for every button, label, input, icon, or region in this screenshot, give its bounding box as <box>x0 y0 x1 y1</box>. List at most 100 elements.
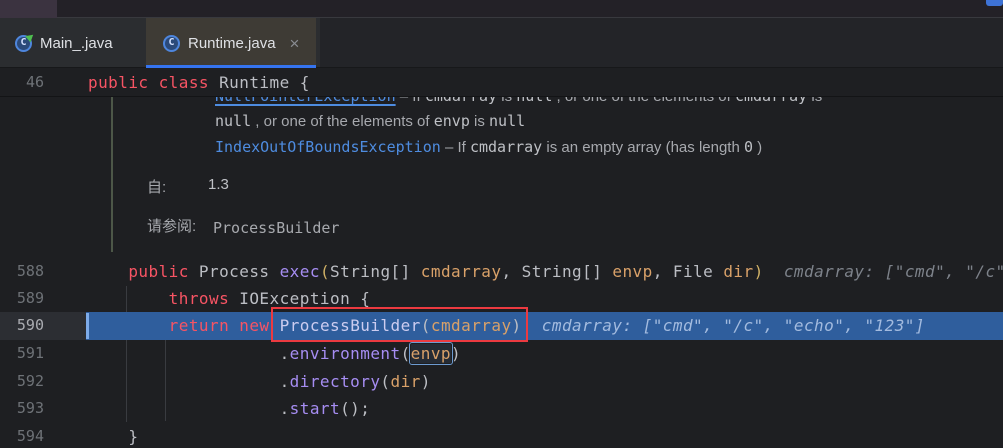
text-run <box>88 316 169 335</box>
run-overlay-icon <box>25 31 36 42</box>
code-line-588[interactable]: 588 public Process exec(String[] cmdarra… <box>0 258 1003 285</box>
text-run: dir <box>723 262 753 281</box>
text-run: 0 <box>744 138 753 156</box>
class-icon-letter: C <box>168 37 174 48</box>
text-run: is <box>497 97 516 105</box>
text-run: – If <box>441 139 470 156</box>
editor-tab-bar: C Main_.java C Runtime.java × <box>0 18 1003 68</box>
text-run: throws <box>169 289 230 308</box>
doc-link[interactable]: IndexOutOfBoundsException <box>215 138 441 156</box>
code-text: return new ProcessBuilder(cmdarray) cmda… <box>88 312 925 339</box>
text-run: is an empty array (has length <box>542 139 744 156</box>
line-number[interactable]: 594 <box>0 423 44 448</box>
text-run: ( <box>380 372 390 391</box>
text-run: cmdarray <box>421 262 502 281</box>
text-run: } <box>88 427 138 446</box>
text-run: ( <box>421 316 431 335</box>
text-run: public class <box>88 73 209 92</box>
text-run: envp <box>434 112 470 130</box>
titlebar-blue-fragment <box>986 0 1003 6</box>
code-line-594[interactable]: 594 } <box>0 423 1003 448</box>
text-run <box>270 316 280 335</box>
text-run: (); <box>340 399 370 418</box>
text-run: , File <box>653 262 724 281</box>
text-run: ( <box>401 344 411 363</box>
text-run: Runtime { <box>209 73 310 92</box>
titlebar <box>0 0 1003 18</box>
text-run <box>229 316 239 335</box>
text-run: public <box>128 262 189 281</box>
text-run: null <box>215 112 251 130</box>
text-run: dir <box>391 372 421 391</box>
text-run: null <box>516 97 552 105</box>
line-number[interactable]: 593 <box>0 395 44 422</box>
tab-main-java[interactable]: C Main_.java <box>0 18 140 68</box>
text-run: cmdarray <box>425 97 497 105</box>
doc-since-label: 自: <box>147 176 166 197</box>
code-text: .directory(dir) <box>88 368 431 395</box>
text-run: envp <box>612 262 652 281</box>
text-run: cmdarray <box>431 316 512 335</box>
code-text: public Process exec(String[] cmdarray, S… <box>88 258 1003 285</box>
text-run: is <box>470 113 489 130</box>
close-icon[interactable]: × <box>290 35 300 52</box>
text-run: new <box>239 316 269 335</box>
code-line-590[interactable]: 590 return new ProcessBuilder(cmdarray) … <box>0 312 1003 339</box>
text-run: envp <box>411 344 451 363</box>
code-text: } <box>88 423 138 448</box>
text-run: ( <box>320 262 330 281</box>
text-run: , or one of the elements of <box>552 97 735 105</box>
text-run: . <box>88 344 290 363</box>
text-run: . <box>88 399 290 418</box>
sticky-code-text: public class Runtime { <box>88 68 310 97</box>
text-run: exec <box>280 262 320 281</box>
text-run: environment <box>290 344 401 363</box>
class-icon: C <box>163 35 180 52</box>
text-run: . <box>88 372 290 391</box>
text-run: , or one of the elements of <box>251 113 434 130</box>
doc-clipped-line: NullPointerException – If cmdarray is nu… <box>0 97 1003 107</box>
text-run <box>88 262 128 281</box>
doc-line: IndexOutOfBoundsException – If cmdarray … <box>215 134 762 161</box>
text-run: ) <box>512 316 522 335</box>
text-run: cmdarray <box>735 97 807 105</box>
text-run: IOException { <box>229 289 370 308</box>
text-run: String[] <box>330 262 421 281</box>
tab-bar-empty-area <box>320 18 1003 67</box>
text-run: is <box>807 97 822 105</box>
code-line-592[interactable]: 592 .directory(dir) <box>0 368 1003 395</box>
doc-link[interactable]: NullPointerException <box>215 97 396 105</box>
line-number: 46 <box>0 68 44 97</box>
text-run: ) <box>451 344 461 363</box>
text-run: Process <box>189 262 280 281</box>
tab-label: Runtime.java <box>188 35 276 52</box>
runnable-class-icon: C <box>15 35 32 52</box>
tab-runtime-java[interactable]: C Runtime.java × <box>146 18 316 68</box>
code-text: .environment(envp) <box>88 340 461 367</box>
sticky-header-line[interactable]: 46 public class Runtime { <box>0 68 1003 97</box>
text-run: – If <box>396 97 425 105</box>
caret <box>86 313 89 339</box>
text-run: ) <box>753 139 762 156</box>
tab-label: Main_.java <box>40 35 113 52</box>
code-text: .start(); <box>88 395 370 422</box>
line-number[interactable]: 588 <box>0 258 44 285</box>
text-run: cmdarray: ["cmd", "/c", "echo", "123"] <box>522 316 925 335</box>
text-run: , String[] <box>501 262 612 281</box>
doc-seealso-label: 请参阅: <box>147 215 196 236</box>
code-line-593[interactable]: 593 .start(); <box>0 395 1003 422</box>
text-run: null <box>489 112 525 130</box>
doc-text: NullPointerException – If cmdarray is nu… <box>215 97 822 107</box>
code-line-591[interactable]: 591 .environment(envp) <box>0 340 1003 367</box>
text-run: cmdarray <box>470 138 542 156</box>
line-number[interactable]: 592 <box>0 368 44 395</box>
text-run: directory <box>290 372 381 391</box>
text-run: ProcessBuilder <box>280 316 421 335</box>
line-number[interactable]: 590 <box>0 312 44 339</box>
doc-link-processbuilder[interactable]: ProcessBuilder <box>213 215 339 241</box>
line-number[interactable]: 591 <box>0 340 44 367</box>
line-number[interactable]: 589 <box>0 285 44 312</box>
class-icon-letter: C <box>20 37 26 48</box>
code-line-589[interactable]: 589 throws IOException { <box>0 285 1003 312</box>
text-run: ) <box>421 372 431 391</box>
